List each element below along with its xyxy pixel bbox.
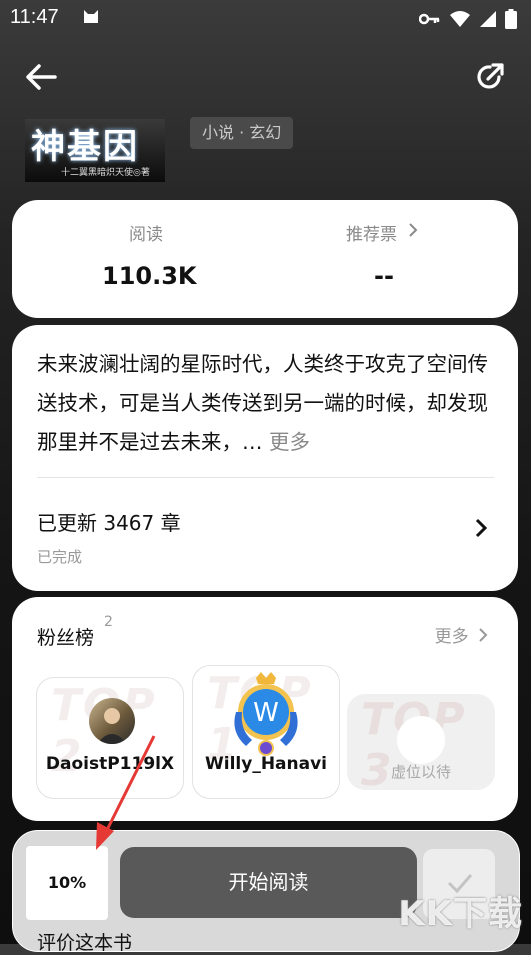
chapters-count[interactable]: 已更新 3467 章 xyxy=(37,507,181,536)
avatar xyxy=(89,698,135,744)
fan-name: 虚位以待 xyxy=(390,763,451,781)
fan-item-top2[interactable]: TOP 2 DaoistP119lX xyxy=(36,677,184,799)
fan-item-top1[interactable]: TOP 1 W Willy_Hanavi xyxy=(192,665,340,799)
battery-icon xyxy=(505,9,517,29)
fans-count: 2 xyxy=(104,614,113,630)
reading-progress: 10% xyxy=(26,846,108,920)
description-card: 未来波澜壮阔的星际时代，人类终于攻克了空间传送技术，可是当人类传送到另一端的时候… xyxy=(12,325,518,591)
description-body: 未来波澜壮阔的星际时代，人类终于攻克了空间传送技术，可是当人类传送到另一端的时候… xyxy=(37,352,488,454)
votes-link[interactable]: 推荐票 xyxy=(346,220,436,245)
wifi-icon xyxy=(450,11,470,27)
fans-card: 粉丝榜 2 更多 TOP 2 DaoistP119lX TOP 1 xyxy=(12,597,518,821)
avatar-letter: W xyxy=(253,698,279,728)
reads-label: 阅读 xyxy=(129,225,163,245)
chevron-right-icon xyxy=(409,223,418,237)
key-icon xyxy=(419,13,440,25)
votes-label: 推荐票 xyxy=(346,225,397,245)
divider xyxy=(37,477,494,478)
book-cover: 神基因 十二翼黑暗炽天使◎著 xyxy=(25,119,165,182)
fan-item-top3: TOP 3 虚位以待 xyxy=(347,694,495,790)
avatar-frame: W xyxy=(226,672,306,756)
start-reading-button[interactable]: 开始阅读 xyxy=(120,847,417,918)
fans-title: 粉丝榜 xyxy=(37,627,95,649)
completion-status: 已完成 xyxy=(37,548,83,566)
genre-tag[interactable]: 小说 · 玄幻 xyxy=(190,117,294,149)
stats-card: 阅读 110.3K 推荐票 -- xyxy=(12,200,518,318)
votes-value: -- xyxy=(374,262,394,290)
cover-author: 十二翼黑暗炽天使◎著 xyxy=(61,168,150,178)
cat-notification-icon xyxy=(84,10,98,23)
status-icons xyxy=(419,9,517,29)
fan-name: DaoistP119lX xyxy=(45,754,175,774)
watermark: KK下载 xyxy=(398,894,523,934)
fans-more-link[interactable]: 更多 xyxy=(435,622,488,647)
review-book-label[interactable]: 评价这本书 xyxy=(37,928,132,955)
reads-value: 110.3K xyxy=(102,262,197,290)
status-time: 11:47 xyxy=(10,6,59,28)
back-arrow-icon[interactable] xyxy=(24,62,58,92)
description-more-link[interactable]: 更多 xyxy=(269,430,310,454)
description-text[interactable]: 未来波澜壮阔的星际时代，人类终于攻克了空间传送技术，可是当人类传送到另一端的时候… xyxy=(37,345,497,462)
status-bar: 11:47 xyxy=(0,0,531,36)
chapters-chevron-icon[interactable] xyxy=(474,518,488,538)
signal-icon xyxy=(480,11,496,27)
fan-name: Willy_Hanavi xyxy=(205,754,327,774)
share-icon[interactable] xyxy=(475,62,505,92)
empty-avatar xyxy=(397,716,445,764)
fans-more-label: 更多 xyxy=(434,627,469,647)
chevron-right-icon xyxy=(479,628,488,642)
cover-title: 神基因 xyxy=(31,127,139,167)
